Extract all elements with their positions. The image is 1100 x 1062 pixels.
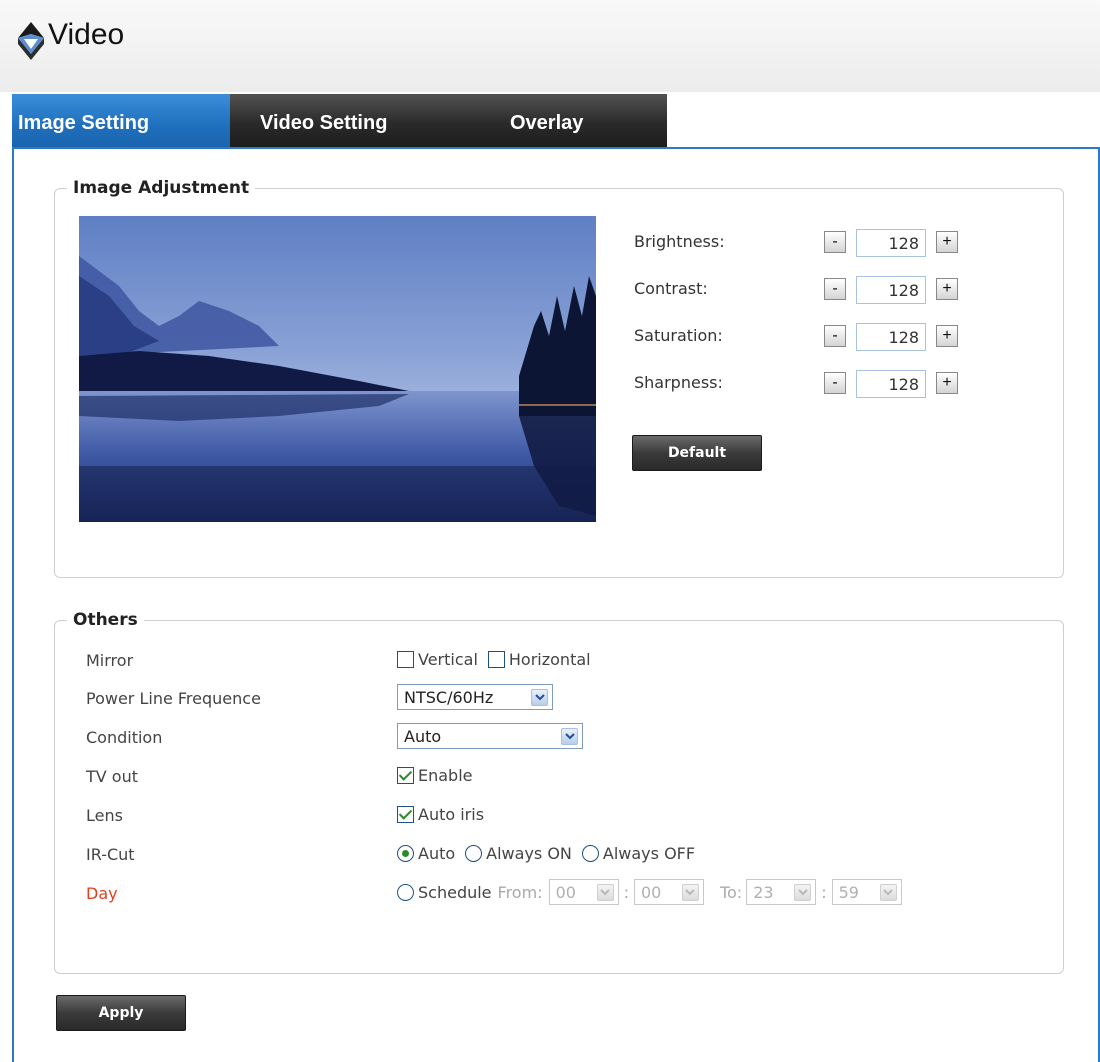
brightness-input[interactable]	[856, 229, 926, 257]
condition-label: Condition	[86, 728, 163, 747]
ir-cut-label: IR-Cut	[86, 845, 135, 864]
tab-video-setting[interactable]: Video Setting	[230, 94, 477, 148]
mirror-label: Mirror	[86, 651, 134, 670]
brightness-row: Brightness: - +	[634, 228, 994, 258]
to-hour-select[interactable]: 23	[746, 879, 817, 905]
mirror-vertical-checkbox[interactable]	[397, 651, 414, 668]
from-hour-select[interactable]: 00	[548, 879, 619, 905]
lens-label: Lens	[86, 806, 123, 825]
ir-cut-auto-label: Auto	[418, 844, 456, 863]
to-label: To:	[719, 882, 743, 902]
from-label: From:	[497, 882, 543, 902]
contrast-decrease-button[interactable]: -	[824, 278, 846, 300]
auto-iris-label: Auto iris	[418, 805, 485, 824]
page-title: Video	[48, 18, 125, 51]
image-adjustment-legend: Image Adjustment	[73, 178, 250, 198]
tv-out-option-label: Enable	[418, 766, 473, 785]
chevron-down-icon	[561, 727, 578, 745]
condition-control: Auto	[397, 723, 583, 749]
to-minute-select[interactable]: 59	[831, 879, 902, 905]
ir-cut-always-on-label: Always ON	[486, 844, 572, 863]
camera-preview-image	[79, 216, 596, 522]
power-line-control: NTSC/60Hz	[397, 684, 553, 710]
schedule-control: Schedule From: 00 : 00 To: 23 : 59	[397, 879, 902, 905]
saturation-decrease-button[interactable]: -	[824, 325, 846, 347]
condition-value: Auto	[404, 726, 442, 746]
sharpness-input[interactable]	[856, 370, 926, 398]
mirror-horizontal-checkbox[interactable]	[487, 651, 505, 668]
tab-image-setting[interactable]: Image Setting	[12, 94, 230, 148]
from-colon: :	[623, 882, 629, 902]
tv-out-control: Enable	[397, 766, 473, 785]
apply-button[interactable]: Apply	[56, 995, 186, 1031]
power-line-select[interactable]: NTSC/60Hz	[397, 684, 553, 710]
saturation-row: Saturation: - +	[634, 322, 994, 352]
ir-cut-control: Auto Always ON Always OFF	[397, 844, 695, 863]
tv-out-checkbox[interactable]	[397, 767, 414, 784]
ir-cut-always-off-label: Always OFF	[602, 844, 696, 863]
from-minute-value: 00	[640, 882, 662, 902]
default-button[interactable]: Default	[632, 435, 762, 471]
sharpness-increase-button[interactable]: +	[936, 372, 958, 394]
page-header: Video	[0, 0, 1100, 92]
mirror-controls: Vertical Horizontal	[397, 650, 591, 669]
ir-cut-always-off-radio[interactable]	[581, 845, 599, 862]
chevron-down-icon	[531, 688, 548, 706]
sharpness-row: Sharpness: - +	[634, 369, 994, 399]
lens-control: Auto iris	[397, 805, 484, 824]
from-hour-value: 00	[555, 882, 576, 902]
ir-cut-auto-radio[interactable]	[397, 845, 414, 862]
to-minute-value: 59	[838, 882, 859, 902]
condition-select[interactable]: Auto	[397, 723, 583, 749]
mirror-horizontal-label: Horizontal	[508, 650, 591, 669]
ir-cut-always-on-radio[interactable]	[465, 845, 483, 862]
brightness-label: Brightness:	[634, 232, 725, 251]
saturation-label: Saturation:	[634, 326, 723, 345]
chevron-down-icon	[879, 883, 897, 901]
brightness-increase-button[interactable]: +	[936, 231, 958, 253]
mirror-vertical-label: Vertical	[418, 650, 478, 669]
schedule-label: Schedule	[418, 882, 492, 902]
auto-iris-checkbox[interactable]	[397, 806, 414, 823]
tab-bar: Image Setting Video Setting Overlay	[12, 94, 667, 148]
to-colon: :	[821, 882, 827, 902]
contrast-input[interactable]	[856, 276, 926, 304]
ir-cut-schedule-radio[interactable]	[397, 883, 414, 901]
chevron-down-icon	[794, 883, 812, 901]
contrast-row: Contrast: - +	[634, 275, 994, 305]
from-minute-select[interactable]: 00	[633, 879, 704, 905]
sharpness-decrease-button[interactable]: -	[824, 372, 846, 394]
brightness-decrease-button[interactable]: -	[824, 231, 846, 253]
saturation-increase-button[interactable]: +	[936, 325, 958, 347]
chevron-down-icon	[681, 883, 699, 901]
chevron-down-icon	[596, 883, 614, 901]
day-label: Day	[86, 884, 118, 903]
to-hour-value: 23	[753, 882, 774, 902]
logo-icon	[18, 22, 44, 60]
saturation-input[interactable]	[856, 323, 926, 351]
tv-out-label: TV out	[86, 767, 139, 786]
others-legend: Others	[73, 610, 138, 630]
tab-overlay[interactable]: Overlay	[477, 94, 667, 148]
sharpness-label: Sharpness:	[634, 373, 723, 392]
tab-content: Image Adjustment Brightness: - 128 + Con…	[12, 147, 1100, 1062]
contrast-increase-button[interactable]: +	[936, 278, 958, 300]
power-line-label: Power Line Frequence	[86, 689, 261, 708]
contrast-label: Contrast:	[634, 279, 708, 298]
power-line-value: NTSC/60Hz	[404, 687, 494, 707]
